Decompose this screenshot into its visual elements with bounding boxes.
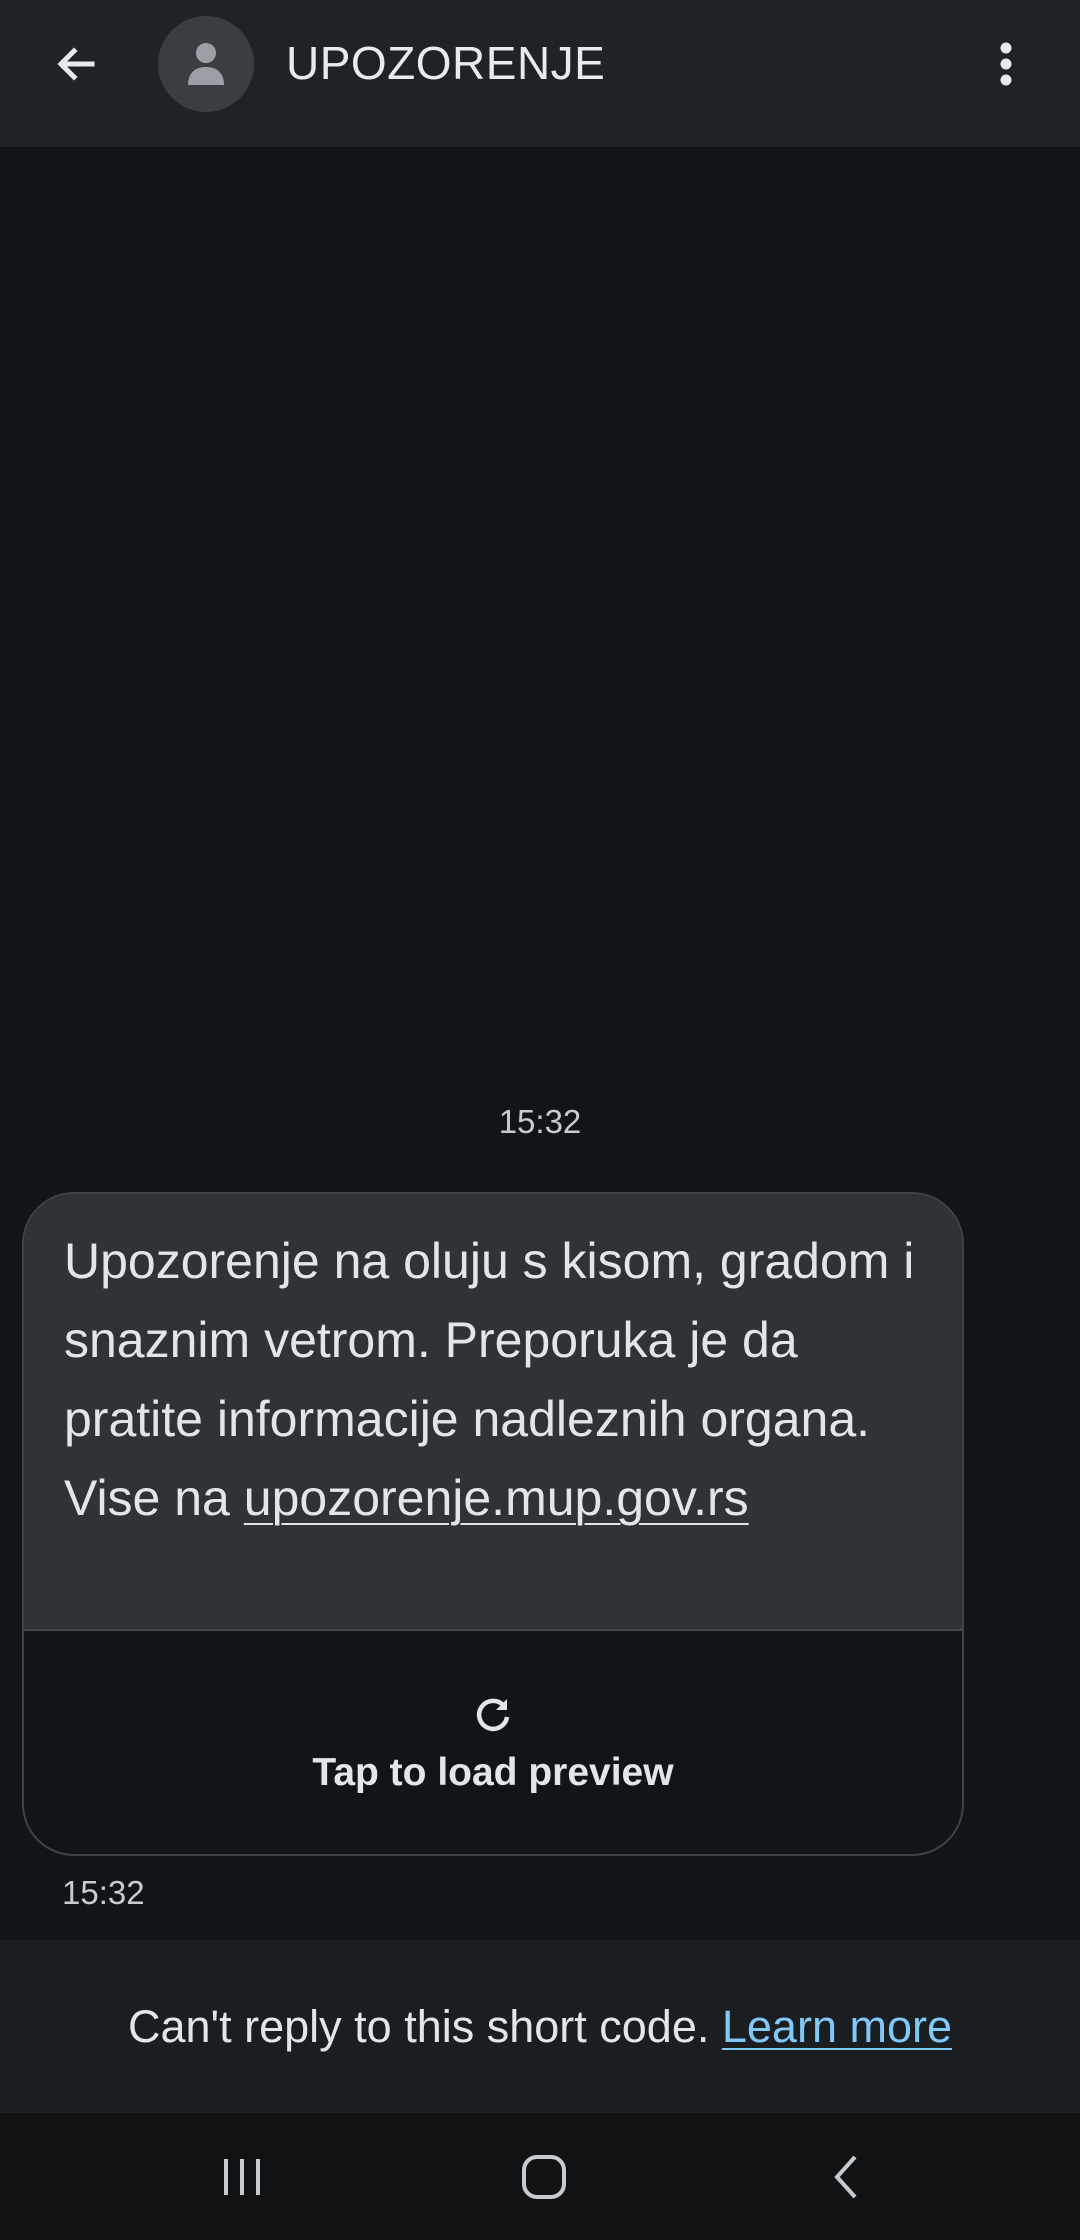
contact-avatar[interactable] xyxy=(158,16,254,112)
back-button[interactable] xyxy=(40,24,112,104)
arrow-back-icon xyxy=(57,47,95,81)
message-text: Upozorenje na oluju s kisom, gradom i sn… xyxy=(64,1222,922,1538)
conversation-title[interactable]: UPOZORENJE xyxy=(286,30,605,96)
person-icon xyxy=(188,43,224,85)
messages-screen: UPOZORENJE 15:32 Upozorenje na oluju s k… xyxy=(0,0,1080,2240)
message-body: Upozorenje na oluju s kisom, gradom i sn… xyxy=(24,1194,962,1631)
home-icon xyxy=(522,2155,566,2199)
tap-to-load-preview-label: Tap to load preview xyxy=(312,1750,674,1794)
notice-text: Can't reply to this short code. Learn mo… xyxy=(128,2001,952,2053)
message-timestamp: 15:32 xyxy=(62,1874,145,1911)
recents-icon xyxy=(224,2159,260,2195)
app-bar: UPOZORENJE xyxy=(0,0,1080,147)
more-options-button[interactable] xyxy=(980,24,1032,104)
reply-unavailable-notice: Can't reply to this short code. Learn mo… xyxy=(0,1940,1080,2113)
refresh-icon xyxy=(476,1698,510,1731)
nav-back-button[interactable] xyxy=(796,2137,896,2217)
link-preview-loader[interactable]: Tap to load preview xyxy=(24,1631,962,1854)
system-navigation-bar xyxy=(0,2113,1080,2240)
notice-message: Can't reply to this short code. xyxy=(127,2000,722,2052)
more-vert-icon xyxy=(1000,42,1012,86)
home-button[interactable] xyxy=(494,2137,594,2217)
message-date-divider: 15:32 xyxy=(498,1103,582,1140)
recents-button[interactable] xyxy=(192,2137,292,2217)
back-chevron-icon xyxy=(834,2155,857,2199)
message-bubble[interactable]: Upozorenje na oluju s kisom, gradom i sn… xyxy=(22,1192,964,1856)
message-link[interactable]: upozorenje.mup.gov.rs xyxy=(244,1470,749,1526)
learn-more-link[interactable]: Learn more xyxy=(722,2001,952,2052)
